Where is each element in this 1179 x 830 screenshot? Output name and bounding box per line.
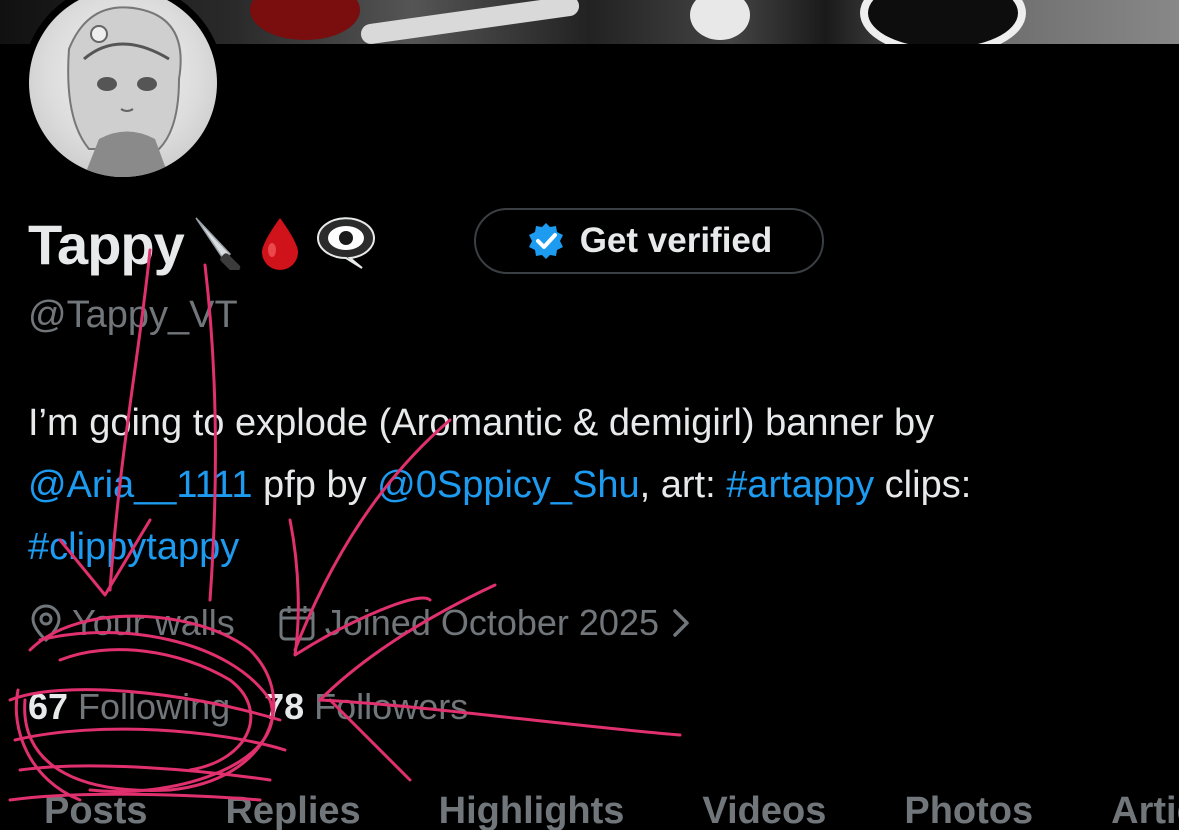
tab-posts[interactable]: Posts [44, 790, 147, 830]
bio-text: clips: [874, 464, 972, 506]
profile-handle: @Tappy_VT [28, 294, 238, 336]
joined-text: Joined October 2025 [324, 602, 659, 643]
tab-highlights[interactable]: Highlights [439, 790, 625, 830]
knife-emoji [190, 214, 250, 275]
location-text: Your walls [72, 602, 235, 643]
tab-photos[interactable]: Photos [904, 790, 1033, 830]
followers-label: Followers [314, 686, 469, 727]
profile-meta: Your walls Joined October 2025 [28, 596, 695, 650]
display-name: Tappy [28, 212, 185, 276]
followers-link[interactable]: 78 Followers [264, 686, 468, 728]
bio-text: pfp by [252, 464, 378, 506]
tab-replies[interactable]: Replies [225, 790, 360, 830]
joined-item[interactable]: Joined October 2025 [277, 602, 695, 644]
tab-articles[interactable]: Articles [1111, 790, 1179, 830]
verified-badge-icon [528, 223, 563, 259]
get-verified-label: Get verified [579, 221, 773, 260]
bio-text: , art: [639, 464, 727, 506]
chevron-right-icon [673, 609, 689, 637]
eye-speech-bubble-emoji [310, 214, 380, 275]
location-item: Your walls [28, 602, 235, 644]
following-count: 67 [28, 686, 69, 727]
get-verified-button[interactable]: Get verified [474, 208, 824, 274]
display-name-row: Tappy [28, 206, 380, 282]
profile-bio: I’m going to explode (Aromantic & demigi… [28, 392, 1148, 578]
profile-tabs: Posts Replies Highlights Videos Photos A… [0, 790, 1179, 830]
followers-count: 78 [264, 686, 305, 727]
banner-art [359, 0, 581, 44]
follow-counts: 67 Following 78 Followers [28, 680, 468, 734]
following-label: Following [78, 686, 231, 727]
location-pin-icon [31, 604, 61, 642]
banner-artist-link[interactable]: @Aria__1111 [28, 464, 253, 506]
tab-videos[interactable]: Videos [702, 790, 826, 830]
art-hashtag-link[interactable]: #artappy [726, 464, 874, 506]
clips-hashtag-link[interactable]: #clippytappy [28, 526, 239, 568]
following-link[interactable]: 67 Following [28, 686, 230, 728]
banner-art [250, 0, 360, 40]
calendar-icon [279, 606, 315, 641]
bio-text: I’m going to explode (Aromantic & demigi… [28, 402, 935, 444]
banner-art [860, 0, 1026, 44]
pfp-artist-link[interactable]: @0Sppicy_Shu [377, 464, 640, 506]
blood-drop-emoji [256, 214, 304, 275]
banner-art [690, 0, 750, 40]
